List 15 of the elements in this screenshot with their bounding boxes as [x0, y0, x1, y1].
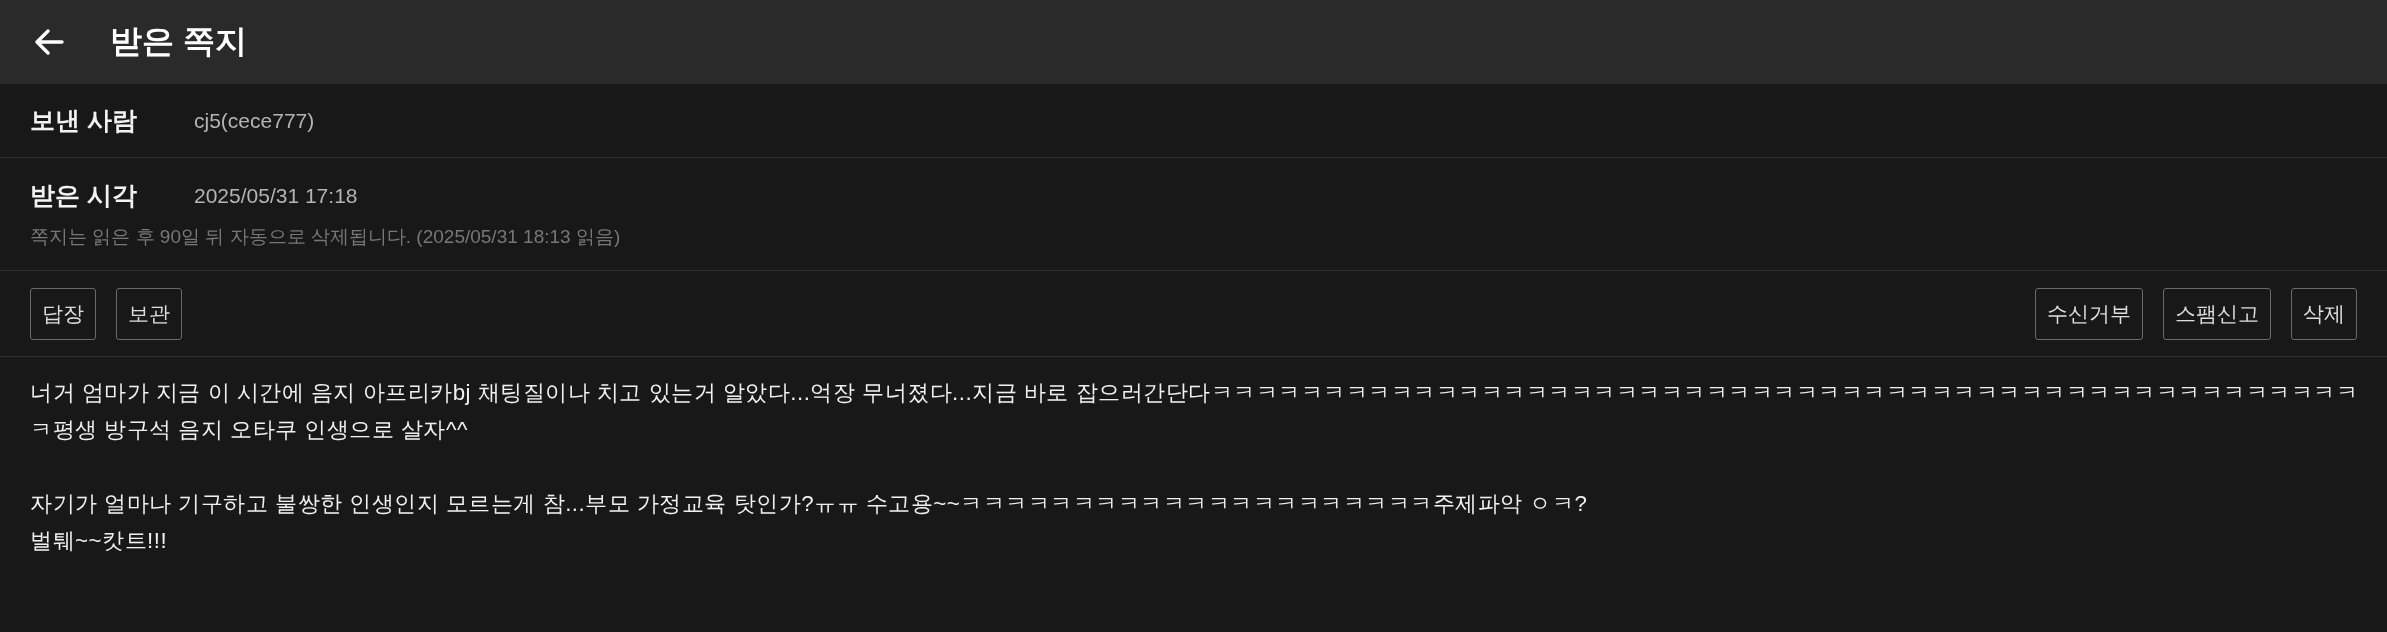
back-arrow-icon [34, 29, 64, 55]
action-button[interactable]: 수신거부 [2035, 288, 2143, 340]
auto-delete-note: 쪽지는 읽은 후 90일 뒤 자동으로 삭제됩니다. (2025/05/31 18:13 읽음) [30, 225, 621, 249]
action-button[interactable]: 스팸신고 [2163, 288, 2271, 340]
action-button[interactable]: 보관 [116, 288, 182, 340]
message-paragraph: 자기가 얼마나 기구하고 불쌍한 인생인지 모르는게 참...부모 가정교육 탓인가?ㅠㅠ 수고용~~ㅋㅋㅋㅋㅋㅋㅋㅋㅋㅋㅋㅋㅋㅋㅋㅋㅋㅋㅋㅋㅋ주제파악 ㅇㅋ? 벌퉤~~캇트!!! [30, 490, 1589, 555]
field-value: cj5(cece777) [194, 108, 315, 133]
message-paragraph: 너거 엄마가 지금 이 시간에 음지 아프리카bj 채팅질이나 치고 있는거 알았다...억장 무너졌다...지금 바로 잡으러간단다ㅋㅋㅋㅋㅋㅋㅋㅋㅋㅋㅋㅋㅋㅋㅋㅋㅋㅋㅋㅋㅋㅋㅋㅋㅋㅋㅋㅋㅋㅋㅋㅋㅋㅋㅋㅋㅋㅋㅋㅋㅋㅋㅋㅋㅋㅋㅋㅋㅋㅋㅋㅋ평생 방구석 음지 오타쿠 인생으로 살자^^ [30, 379, 2360, 444]
field-label: 보낸 사람 [30, 105, 138, 136]
action-button[interactable]: 삭제 [2291, 288, 2357, 340]
field-value: 2025/05/31 17:18 [194, 183, 358, 208]
field-label: 받은 시각 [30, 180, 138, 211]
page-title: 받은 쪽지 [110, 22, 247, 61]
action-button[interactable]: 답장 [30, 288, 96, 340]
back-button[interactable] [34, 29, 64, 55]
